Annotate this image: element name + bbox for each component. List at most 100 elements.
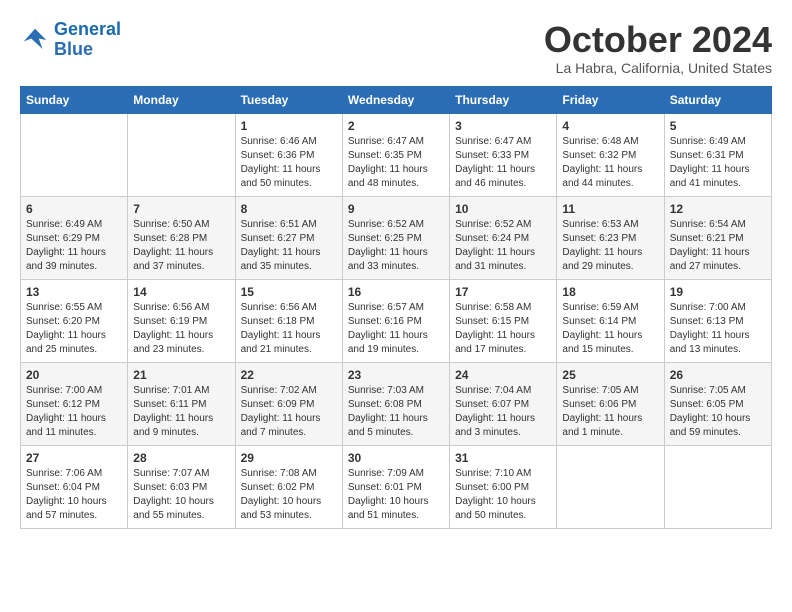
day-info: Sunrise: 7:04 AMSunset: 6:07 PMDaylight:…: [455, 384, 551, 440]
calendar-cell: 27 Sunrise: 7:06 AMSunset: 6:04 PMDayligh…: [21, 445, 128, 528]
calendar-cell: 2Sunrise: 6:47 AMSunset: 6:35 PMDaylight…: [342, 113, 449, 196]
day-info: Sunrise: 6:52 AMSunset: 6:25 PMDaylight:…: [348, 218, 444, 274]
day-info: Sunrise: 7:10 AMSunset: 6:00 PMDaylight:…: [455, 467, 551, 523]
day-info: Sunrise: 6:56 AMSunset: 6:19 PMDaylight:…: [133, 301, 229, 357]
day-number: 7: [133, 202, 229, 216]
day-info: Sunrise: 6:56 AMSunset: 6:18 PMDaylight:…: [241, 301, 337, 357]
calendar-cell: 18Sunrise: 6:59 AMSunset: 6:14 PMDayligh…: [557, 279, 664, 362]
day-number: 27: [26, 451, 122, 465]
calendar-cell: 15 Sunrise: 6:56 AMSunset: 6:18 PMDayligh…: [235, 279, 342, 362]
calendar-cell: [557, 445, 664, 528]
page-header: General Blue October 2024 La Habra, Cali…: [20, 20, 772, 76]
calendar-cell: 13 Sunrise: 6:55 AMSunset: 6:20 PMDayligh…: [21, 279, 128, 362]
day-number: 11: [562, 202, 658, 216]
day-number: 13: [26, 285, 122, 299]
day-number: 31: [455, 451, 551, 465]
day-number: 8: [241, 202, 337, 216]
day-info: Sunrise: 6:58 AMSunset: 6:15 PMDaylight:…: [455, 301, 551, 357]
calendar-cell: 30 Sunrise: 7:09 AMSunset: 6:01 PMDayligh…: [342, 445, 449, 528]
day-info: Sunrise: 7:01 AMSunset: 6:11 PMDaylight:…: [133, 384, 229, 440]
calendar-cell: 24 Sunrise: 7:04 AMSunset: 6:07 PMDayligh…: [450, 362, 557, 445]
calendar-cell: 16 Sunrise: 6:57 AMSunset: 6:16 PMDayligh…: [342, 279, 449, 362]
day-info: Sunrise: 6:48 AMSunset: 6:32 PMDaylight:…: [562, 135, 658, 191]
day-number: 19: [670, 285, 766, 299]
calendar-week-row: 13 Sunrise: 6:55 AMSunset: 6:20 PMDayligh…: [21, 279, 772, 362]
calendar-cell: 31 Sunrise: 7:10 AMSunset: 6:00 PMDayligh…: [450, 445, 557, 528]
calendar-cell: 10 Sunrise: 6:52 AMSunset: 6:24 PMDayligh…: [450, 196, 557, 279]
day-info: Sunrise: 6:49 AMSunset: 6:31 PMDaylight:…: [670, 135, 766, 191]
day-number: 22: [241, 368, 337, 382]
day-info: Sunrise: 6:54 AMSunset: 6:21 PMDaylight:…: [670, 218, 766, 274]
day-info: Sunrise: 6:52 AMSunset: 6:24 PMDaylight:…: [455, 218, 551, 274]
day-number: 21: [133, 368, 229, 382]
day-info: Sunrise: 7:06 AMSunset: 6:04 PMDaylight:…: [26, 467, 122, 523]
day-info: Sunrise: 7:05 AMSunset: 6:06 PMDaylight:…: [562, 384, 658, 440]
weekday-header: Monday: [128, 86, 235, 113]
logo-icon: [20, 25, 50, 55]
day-number: 12: [670, 202, 766, 216]
weekday-header: Thursday: [450, 86, 557, 113]
day-number: 26: [670, 368, 766, 382]
calendar-cell: 21 Sunrise: 7:01 AMSunset: 6:11 PMDayligh…: [128, 362, 235, 445]
day-number: 16: [348, 285, 444, 299]
day-info: Sunrise: 6:49 AMSunset: 6:29 PMDaylight:…: [26, 218, 122, 274]
day-info: Sunrise: 6:53 AMSunset: 6:23 PMDaylight:…: [562, 218, 658, 274]
day-number: 5: [670, 119, 766, 133]
calendar-week-row: 20Sunrise: 7:00 AMSunset: 6:12 PMDayligh…: [21, 362, 772, 445]
calendar-week-row: 27 Sunrise: 7:06 AMSunset: 6:04 PMDayligh…: [21, 445, 772, 528]
day-number: 9: [348, 202, 444, 216]
day-number: 24: [455, 368, 551, 382]
day-number: 4: [562, 119, 658, 133]
calendar-cell: 12 Sunrise: 6:54 AMSunset: 6:21 PMDayligh…: [664, 196, 771, 279]
location: La Habra, California, United States: [544, 60, 772, 76]
day-info: Sunrise: 7:05 AMSunset: 6:05 PMDaylight:…: [670, 384, 766, 440]
logo-line1: General: [54, 19, 121, 39]
calendar-cell: 26 Sunrise: 7:05 AMSunset: 6:05 PMDayligh…: [664, 362, 771, 445]
logo: General Blue: [20, 20, 121, 60]
logo-line2: Blue: [54, 39, 93, 59]
calendar-cell: [664, 445, 771, 528]
calendar-cell: 3Sunrise: 6:47 AMSunset: 6:33 PMDaylight…: [450, 113, 557, 196]
day-number: 23: [348, 368, 444, 382]
calendar-week-row: 1Sunrise: 6:46 AMSunset: 6:36 PMDaylight…: [21, 113, 772, 196]
day-info: Sunrise: 7:09 AMSunset: 6:01 PMDaylight:…: [348, 467, 444, 523]
month-title: October 2024: [544, 20, 772, 60]
weekday-header: Wednesday: [342, 86, 449, 113]
day-info: Sunrise: 6:55 AMSunset: 6:20 PMDaylight:…: [26, 301, 122, 357]
day-number: 18: [562, 285, 658, 299]
calendar-cell: [128, 113, 235, 196]
weekday-header: Saturday: [664, 86, 771, 113]
day-info: Sunrise: 6:50 AMSunset: 6:28 PMDaylight:…: [133, 218, 229, 274]
day-info: Sunrise: 6:46 AMSunset: 6:36 PMDaylight:…: [241, 135, 337, 191]
calendar-cell: 11 Sunrise: 6:53 AMSunset: 6:23 PMDayligh…: [557, 196, 664, 279]
calendar-cell: 20Sunrise: 7:00 AMSunset: 6:12 PMDayligh…: [21, 362, 128, 445]
weekday-header: Friday: [557, 86, 664, 113]
day-info: Sunrise: 6:47 AMSunset: 6:33 PMDaylight:…: [455, 135, 551, 191]
calendar-header-row: SundayMondayTuesdayWednesdayThursdayFrid…: [21, 86, 772, 113]
logo-text: General Blue: [54, 20, 121, 60]
day-number: 15: [241, 285, 337, 299]
day-number: 29: [241, 451, 337, 465]
day-number: 25: [562, 368, 658, 382]
day-number: 14: [133, 285, 229, 299]
calendar-cell: 29 Sunrise: 7:08 AMSunset: 6:02 PMDayligh…: [235, 445, 342, 528]
calendar-cell: 22Sunrise: 7:02 AMSunset: 6:09 PMDayligh…: [235, 362, 342, 445]
weekday-header: Tuesday: [235, 86, 342, 113]
day-info: Sunrise: 7:00 AMSunset: 6:13 PMDaylight:…: [670, 301, 766, 357]
calendar-cell: 6Sunrise: 6:49 AMSunset: 6:29 PMDaylight…: [21, 196, 128, 279]
calendar-cell: 17 Sunrise: 6:58 AMSunset: 6:15 PMDayligh…: [450, 279, 557, 362]
calendar-cell: [21, 113, 128, 196]
day-number: 17: [455, 285, 551, 299]
day-number: 2: [348, 119, 444, 133]
calendar-cell: 4 Sunrise: 6:48 AMSunset: 6:32 PMDaylight…: [557, 113, 664, 196]
day-info: Sunrise: 7:08 AMSunset: 6:02 PMDaylight:…: [241, 467, 337, 523]
calendar-cell: 7 Sunrise: 6:50 AMSunset: 6:28 PMDaylight…: [128, 196, 235, 279]
day-number: 10: [455, 202, 551, 216]
day-info: Sunrise: 6:57 AMSunset: 6:16 PMDaylight:…: [348, 301, 444, 357]
day-number: 30: [348, 451, 444, 465]
calendar-cell: 8Sunrise: 6:51 AMSunset: 6:27 PMDaylight…: [235, 196, 342, 279]
calendar-cell: 14 Sunrise: 6:56 AMSunset: 6:19 PMDayligh…: [128, 279, 235, 362]
day-info: Sunrise: 7:00 AMSunset: 6:12 PMDaylight:…: [26, 384, 122, 440]
weekday-header: Sunday: [21, 86, 128, 113]
calendar-week-row: 6Sunrise: 6:49 AMSunset: 6:29 PMDaylight…: [21, 196, 772, 279]
